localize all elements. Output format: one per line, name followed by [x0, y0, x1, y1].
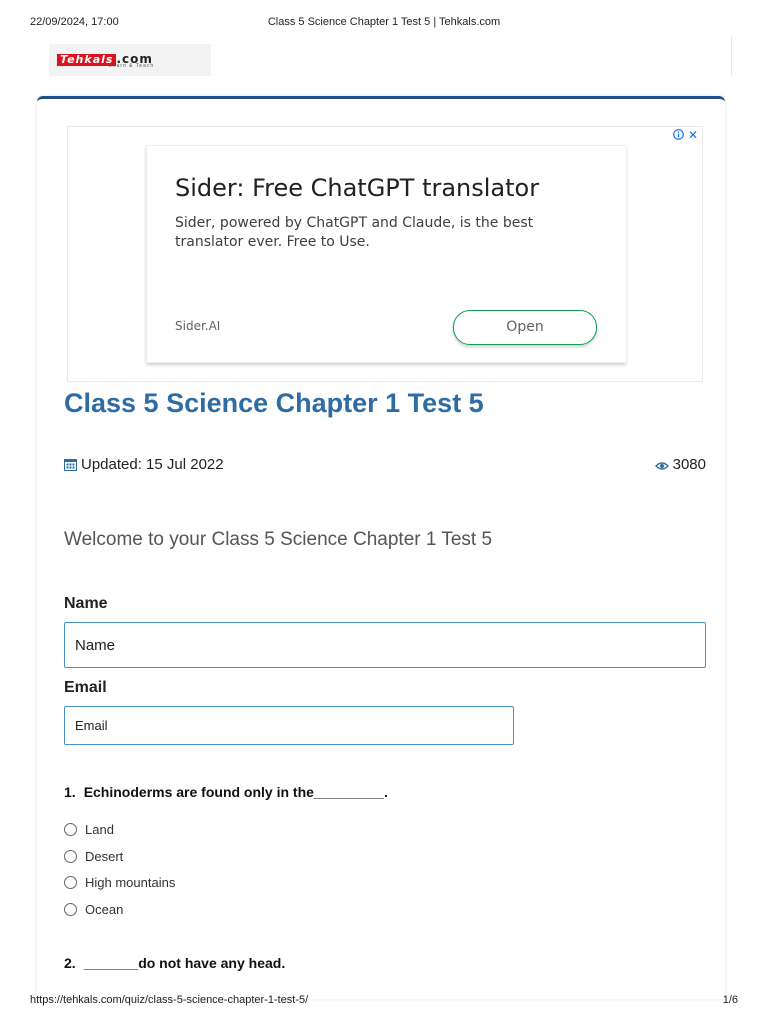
print-page-title: Class 5 Science Chapter 1 Test 5 | Tehka… — [267, 16, 501, 28]
option-label: Land — [85, 822, 114, 837]
ad-source: Sider.AI — [175, 319, 221, 333]
welcome-text: Welcome to your Class 5 Science Chapter … — [64, 529, 493, 550]
question-1: 1. Echinoderms are found only in the_____… — [64, 784, 388, 800]
name-field[interactable] — [64, 622, 706, 668]
view-count: 3080 — [654, 456, 706, 473]
question-number: 1. — [64, 784, 76, 800]
option-desert[interactable]: Desert — [64, 849, 123, 865]
option-high-mountains[interactable]: High mountains — [64, 875, 175, 891]
option-label: High mountains — [85, 875, 176, 890]
email-label: Email — [64, 679, 107, 696]
logo-tagline: Learn & Teach — [109, 63, 155, 69]
view-count-value: 3080 — [672, 456, 706, 473]
ad-headline[interactable]: Sider: Free ChatGPT translator — [175, 174, 539, 202]
updated-text: Updated: 15 Jul 2022 — [81, 456, 224, 473]
option-ocean[interactable]: Ocean — [64, 902, 123, 918]
email-field[interactable] — [64, 706, 514, 745]
question-text: _______do not have any head. — [83, 955, 286, 971]
option-land[interactable]: Land — [64, 822, 114, 838]
radio-button[interactable] — [64, 823, 77, 836]
logo-brand: Tehkals — [57, 54, 117, 66]
option-label: Desert — [85, 849, 124, 864]
radio-button[interactable] — [64, 903, 77, 916]
question-text: Echinoderms are found only in the_______… — [83, 784, 388, 800]
option-label: Ocean — [85, 902, 124, 917]
divider — [731, 36, 732, 76]
calendar-icon — [64, 459, 77, 471]
name-label: Name — [64, 595, 108, 612]
info-icon[interactable] — [673, 129, 684, 140]
quiz-meta: Updated: 15 Jul 2022 3080 — [64, 456, 706, 476]
page-title: Class 5 Science Chapter 1 Test 5 — [64, 388, 484, 418]
updated-date: Updated: 15 Jul 2022 — [64, 456, 224, 473]
print-page-number: 1/6 — [722, 994, 738, 1006]
print-footer: https://tehkals.com/quiz/class-5-science… — [0, 992, 768, 1008]
ad-creative[interactable]: Sider: Free ChatGPT translator Sider, po… — [146, 145, 626, 363]
radio-button[interactable] — [64, 876, 77, 889]
site-logo[interactable]: Tehkals .com Learn & Teach — [49, 44, 211, 76]
print-header: 22/09/2024, 17:00 Class 5 Science Chapte… — [0, 14, 768, 30]
ad-body: Sider, powered by ChatGPT and Claude, is… — [175, 215, 534, 250]
question-number: 2. — [64, 955, 76, 971]
advertisement[interactable]: ✕ Sider: Free ChatGPT translator Sider, … — [67, 126, 703, 382]
ad-choices[interactable]: ✕ — [673, 128, 698, 142]
close-icon[interactable]: ✕ — [688, 128, 698, 142]
print-url: https://tehkals.com/quiz/class-5-science… — [30, 994, 309, 1006]
question-2: 2. _______do not have any head. — [64, 955, 285, 971]
ad-open-button[interactable]: Open — [453, 310, 597, 345]
eye-icon — [654, 462, 669, 470]
radio-button[interactable] — [64, 850, 77, 863]
